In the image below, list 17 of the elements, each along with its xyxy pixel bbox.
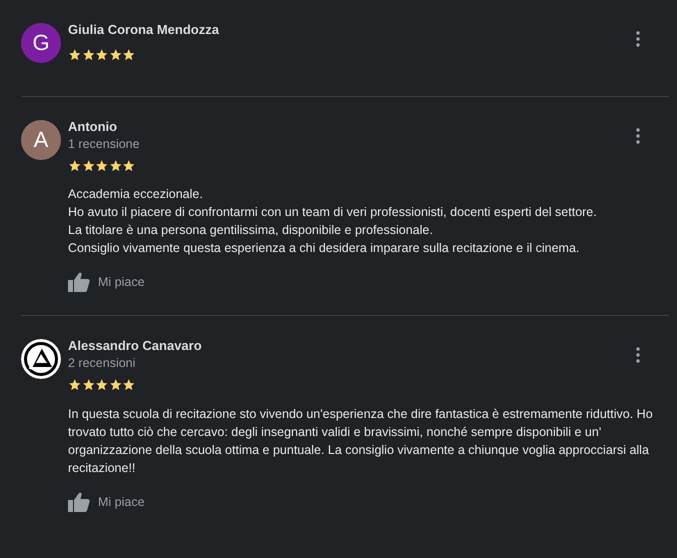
more-options-icon[interactable] bbox=[636, 347, 640, 363]
avatar: G bbox=[21, 23, 61, 63]
thumbs-up-icon bbox=[68, 272, 90, 292]
review-text: Accademia eccezionale. Ho avuto il piacere di confrontarmi con un team di veri professionisti, docenti esperti del settore. La titolare è una persona gentilissima, disponibile e professionale. Consiglio vivamente questa esperienza a chi desidera imparare sulla recitazione e il cinema. bbox=[68, 186, 598, 257]
thumbs-up-icon bbox=[68, 492, 90, 512]
reviewer-name[interactable]: Antonio bbox=[68, 118, 118, 134]
more-options-icon[interactable] bbox=[636, 31, 640, 47]
reviewer-name[interactable]: Alessandro Canavaro bbox=[68, 338, 202, 354]
avatar-logo-icon bbox=[21, 339, 61, 379]
review-text: In questa scuola di recitazione sto vivendo un'esperienza che dire fantastica è estremamente riduttivo. Ho trovato tutto ciò che cercavo: degli insegnanti validi e bravissimi, nonché sempre disponibili e un' organizzazione della scuola ottima e puntuale. La consiglio vivamente a chiunque voglia approcciarsi alla recitazione!! bbox=[68, 406, 654, 476]
review-count: 2 recensioni bbox=[68, 355, 136, 372]
like-button[interactable]: Mi piace bbox=[68, 492, 145, 512]
review-count: 1 recensione bbox=[68, 136, 140, 152]
avatar: A bbox=[21, 120, 61, 160]
more-options-icon[interactable] bbox=[636, 128, 640, 144]
like-button[interactable]: Mi piace bbox=[68, 272, 145, 292]
reviewer-name[interactable]: Giulia Corona Mendozza bbox=[68, 22, 219, 38]
